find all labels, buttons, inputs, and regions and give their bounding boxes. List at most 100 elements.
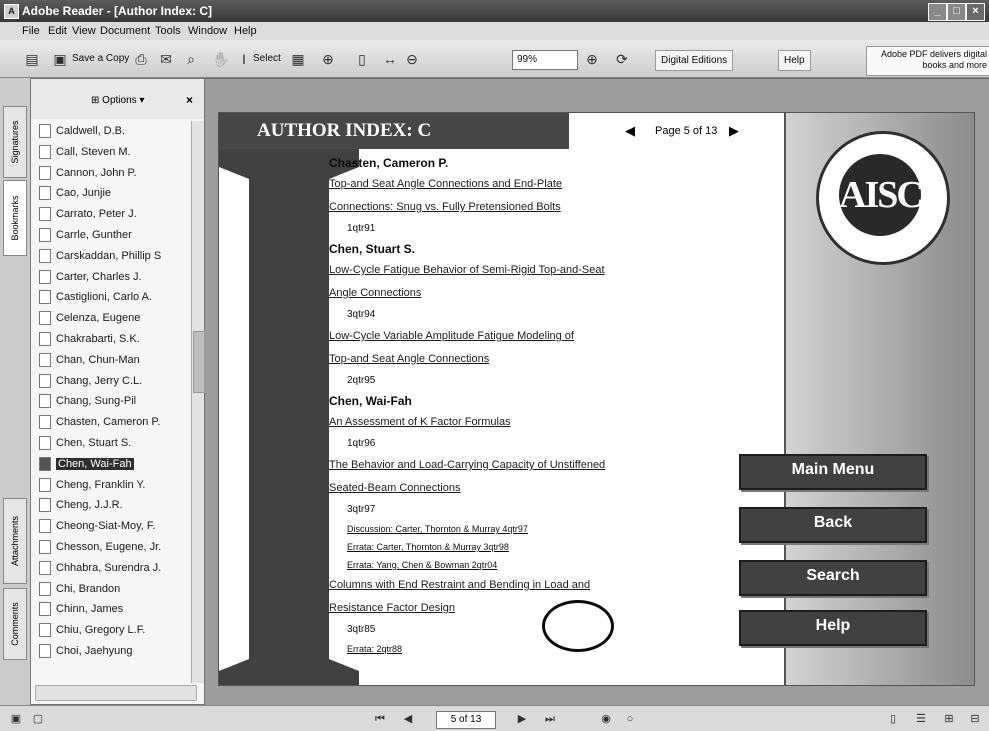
fit-page-icon[interactable]: ▯ bbox=[352, 49, 372, 69]
bookmark-item[interactable]: Cao, Junjie bbox=[37, 183, 187, 204]
bookmark-item[interactable]: Chen, Wai-Fah bbox=[37, 454, 187, 475]
article-link[interactable]: Low-Cycle Variable Amplitude Fatigue Mod… bbox=[329, 325, 729, 348]
horizontal-scrollbar[interactable] bbox=[35, 685, 197, 701]
close-panel-icon[interactable]: × bbox=[186, 93, 193, 107]
bookmark-item[interactable]: Chang, Sung-Pil bbox=[37, 391, 187, 412]
adobe-promo-banner[interactable]: Adobe PDF delivers digital books and mor… bbox=[866, 46, 989, 76]
errata-link[interactable]: Errata: Carter, Thornton & Murray 3qtr98 bbox=[329, 538, 729, 556]
facing-icon[interactable]: ⊞ bbox=[940, 711, 958, 727]
tab-signatures[interactable]: Signatures bbox=[3, 106, 27, 178]
article-link[interactable]: Low-Cycle Fatigue Behavior of Semi-Rigid… bbox=[329, 259, 729, 282]
menu-tools[interactable]: Tools bbox=[155, 22, 181, 40]
menu-document[interactable]: Document bbox=[100, 22, 150, 40]
go-back-icon[interactable]: ◉ bbox=[596, 711, 616, 727]
vertical-scrollbar[interactable] bbox=[191, 121, 205, 683]
menu-view[interactable]: View bbox=[72, 22, 96, 40]
tab-bookmarks[interactable]: Bookmarks bbox=[3, 180, 27, 256]
bookmark-item[interactable]: Chan, Chun-Man bbox=[37, 350, 187, 371]
select-button[interactable]: Select bbox=[253, 49, 281, 69]
status-icon[interactable]: ▣ bbox=[8, 711, 24, 727]
print-icon[interactable]: ⎙ bbox=[131, 49, 151, 69]
snapshot-icon[interactable]: ▦ bbox=[288, 49, 308, 69]
bookmark-item[interactable]: Chiu, Gregory L.F. bbox=[37, 620, 187, 641]
last-page-icon[interactable]: ⏭ bbox=[540, 711, 560, 727]
main-menu-button[interactable]: Main Menu bbox=[739, 454, 927, 490]
next-page-status-icon[interactable]: ▶ bbox=[512, 711, 532, 727]
back-button[interactable]: Back bbox=[739, 507, 927, 543]
bookmark-item[interactable]: Chakrabarti, S.K. bbox=[37, 329, 187, 350]
menu-edit[interactable]: Edit bbox=[48, 22, 67, 40]
article-link[interactable]: Seated-Beam Connections bbox=[329, 477, 729, 500]
bookmark-item[interactable]: Chang, Jerry C.L. bbox=[37, 371, 187, 392]
options-menu[interactable]: ⊞ Options ▾ bbox=[91, 95, 144, 106]
bookmark-item[interactable]: Cheng, Franklin Y. bbox=[37, 475, 187, 496]
menu-help[interactable]: Help bbox=[234, 22, 257, 40]
bookmark-item[interactable]: Chi, Brandon bbox=[37, 579, 187, 600]
minimize-button[interactable]: _ bbox=[928, 3, 947, 21]
hand-tool-icon[interactable]: ✋ bbox=[211, 49, 231, 69]
menu-file[interactable]: File bbox=[22, 22, 40, 40]
close-button[interactable]: × bbox=[966, 3, 985, 21]
bookmark-item[interactable]: Choi, Jaehyung bbox=[37, 641, 187, 662]
zoom-out-icon[interactable]: ⊖ bbox=[402, 49, 422, 69]
select-tool-icon[interactable]: I bbox=[234, 49, 254, 69]
help-button[interactable]: Help bbox=[739, 610, 927, 646]
zoom-in-icon[interactable]: ⊕ bbox=[318, 49, 338, 69]
article-link[interactable]: Columns with End Restraint and Bending i… bbox=[329, 574, 729, 597]
bookmark-page-icon bbox=[39, 436, 51, 451]
continuous-facing-icon[interactable]: ⊟ bbox=[966, 711, 984, 727]
bookmark-item[interactable]: Carskaddan, Phillip S bbox=[37, 246, 187, 267]
bookmark-item[interactable]: Cheng, J.J.R. bbox=[37, 495, 187, 516]
continuous-icon[interactable]: ☰ bbox=[912, 711, 930, 727]
prev-page-status-icon[interactable]: ◀ bbox=[398, 711, 418, 727]
bookmark-item[interactable]: Carrle, Gunther bbox=[37, 225, 187, 246]
page-number-field[interactable]: 5 of 13 bbox=[436, 711, 496, 729]
rotate-icon[interactable]: ⟳ bbox=[612, 49, 632, 69]
zoom-input[interactable]: 99% bbox=[512, 50, 578, 70]
search-button[interactable]: Search bbox=[739, 560, 927, 596]
article-link[interactable]: Connections: Snug vs. Fully Pretensioned… bbox=[329, 196, 729, 219]
menu-window[interactable]: Window bbox=[188, 22, 227, 40]
go-forward-icon[interactable]: ○ bbox=[620, 711, 640, 727]
save-copy-button[interactable]: Save a Copy bbox=[72, 49, 129, 69]
bookmark-item[interactable]: Carrato, Peter J. bbox=[37, 204, 187, 225]
bookmark-item[interactable]: Cannon, John P. bbox=[37, 163, 187, 184]
maximize-button[interactable]: □ bbox=[947, 3, 966, 21]
bookmark-item[interactable]: Cheong-Siat-Moy, F. bbox=[37, 516, 187, 537]
digital-editions-button[interactable]: Digital Editions bbox=[655, 50, 734, 71]
article-link[interactable]: Top-and Seat Angle Connections and End-P… bbox=[329, 173, 729, 196]
bookmark-item[interactable]: Chesson, Eugene, Jr. bbox=[37, 537, 187, 558]
bookmark-item[interactable]: Chen, Stuart S. bbox=[37, 433, 187, 454]
tab-attachments[interactable]: Attachments bbox=[3, 498, 27, 584]
open-icon[interactable]: ▤ bbox=[22, 49, 42, 69]
email-icon[interactable]: ✉ bbox=[156, 49, 176, 69]
article-link[interactable]: An Assessment of K Factor Formulas bbox=[329, 411, 729, 434]
bookmark-item[interactable]: Castiglioni, Carlo A. bbox=[37, 287, 187, 308]
single-page-icon[interactable]: ▯ bbox=[884, 711, 902, 727]
tab-comments[interactable]: Comments bbox=[3, 588, 27, 660]
article-link[interactable]: Angle Connections bbox=[329, 282, 729, 305]
article-link[interactable]: Resistance Factor Design bbox=[329, 597, 729, 620]
article-link[interactable]: The Behavior and Load-Carrying Capacity … bbox=[329, 454, 729, 477]
bookmark-item[interactable]: Call, Steven M. bbox=[37, 142, 187, 163]
article-link[interactable]: Top-and Seat Angle Connections bbox=[329, 348, 729, 371]
prev-page-icon[interactable]: ◀ bbox=[625, 113, 635, 149]
bookmark-item[interactable]: Celenza, Eugene bbox=[37, 308, 187, 329]
bookmark-item[interactable]: Chhabra, Surendra J. bbox=[37, 558, 187, 579]
search-icon[interactable]: ⌕ bbox=[181, 49, 201, 69]
first-page-icon[interactable]: ⏮ bbox=[370, 711, 390, 727]
fit-width-icon[interactable]: ↔ bbox=[380, 49, 400, 69]
bookmark-item[interactable]: Chinn, James bbox=[37, 599, 187, 620]
zoom-plus-icon[interactable]: ⊕ bbox=[582, 49, 602, 69]
errata-link[interactable]: Discussion: Carter, Thornton & Murray 4q… bbox=[329, 520, 729, 538]
bookmark-item[interactable]: Carter, Charles J. bbox=[37, 267, 187, 288]
bookmark-item[interactable]: Chasten, Cameron P. bbox=[37, 412, 187, 433]
help-toolbar-button[interactable]: Help bbox=[778, 50, 811, 71]
errata-link[interactable]: Errata: 2qtr88 bbox=[329, 640, 729, 658]
page-thumb-icon[interactable]: ▢ bbox=[30, 711, 46, 727]
save-icon[interactable]: ▣ bbox=[50, 49, 70, 69]
errata-link[interactable]: Errata: Yang, Chen & Bowman 2qtr04 bbox=[329, 556, 729, 574]
bookmark-item[interactable]: Caldwell, D.B. bbox=[37, 121, 187, 142]
scroll-thumb[interactable] bbox=[193, 331, 205, 393]
next-page-icon[interactable]: ▶ bbox=[729, 113, 739, 149]
